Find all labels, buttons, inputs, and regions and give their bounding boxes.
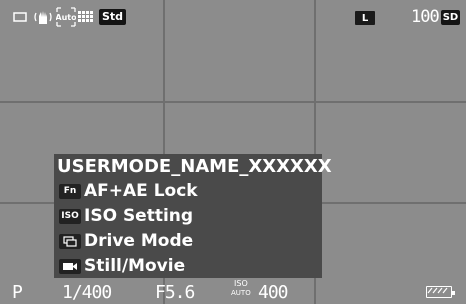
user-mode-panel: USERMODE_NAME_XXXXXX Fn AF+AE Lock ISO I… bbox=[54, 154, 332, 278]
menu-item-drive-mode[interactable]: Drive Mode bbox=[59, 229, 193, 253]
sd-card-badge: SD bbox=[440, 9, 461, 25]
menu-item-label: AF+AE Lock bbox=[84, 181, 198, 201]
battery-icon bbox=[426, 286, 452, 298]
shutter-speed: 1/400 bbox=[62, 282, 112, 303]
top-status-bar: Auto Std bbox=[10, 6, 127, 28]
storage-status: 100 SD bbox=[411, 6, 461, 28]
single-frame-icon bbox=[10, 7, 30, 27]
shots-remaining: 100 bbox=[411, 7, 440, 27]
exposure-mode: P bbox=[12, 282, 23, 303]
panel-title: USERMODE_NAME_XXXXXX bbox=[57, 156, 332, 177]
grid-line bbox=[0, 101, 466, 103]
menu-item-iso-setting[interactable]: ISO ISO Setting bbox=[59, 204, 193, 228]
auto-label: Auto bbox=[56, 13, 76, 22]
drive-mode-icon bbox=[59, 233, 81, 249]
multi-segment-metering-icon bbox=[78, 11, 93, 22]
menu-item-label: Still/Movie bbox=[84, 256, 186, 276]
exposure-bar: P 1/400 F5.6 ISO AUTO 400 bbox=[0, 276, 466, 304]
iso-button-icon: ISO bbox=[59, 208, 81, 224]
iso-value: 400 bbox=[258, 282, 288, 303]
auto-bracket-icon: Auto bbox=[56, 7, 76, 27]
hand-shake-icon bbox=[33, 7, 53, 27]
iso-auto-label: AUTO bbox=[231, 289, 251, 297]
custom-image-badge: Std bbox=[99, 9, 127, 25]
menu-item-label: ISO Setting bbox=[84, 206, 194, 226]
iso-label: ISO bbox=[234, 279, 248, 288]
live-view-screen: Auto Std L 100 SD USERMODE_NAME_XXXXXX F… bbox=[0, 0, 466, 304]
menu-item-label: Drive Mode bbox=[84, 231, 194, 251]
battery-cap bbox=[452, 291, 455, 295]
fn-button-icon: Fn bbox=[59, 183, 81, 199]
menu-item-af-ae-lock[interactable]: Fn AF+AE Lock bbox=[59, 179, 198, 203]
aperture-value: F5.6 bbox=[155, 282, 195, 303]
menu-item-still-movie[interactable]: Still/Movie bbox=[59, 254, 185, 278]
movie-camera-icon bbox=[59, 258, 81, 274]
auto-metering-group: Auto bbox=[56, 7, 96, 27]
image-quality-badge: L bbox=[355, 11, 375, 25]
